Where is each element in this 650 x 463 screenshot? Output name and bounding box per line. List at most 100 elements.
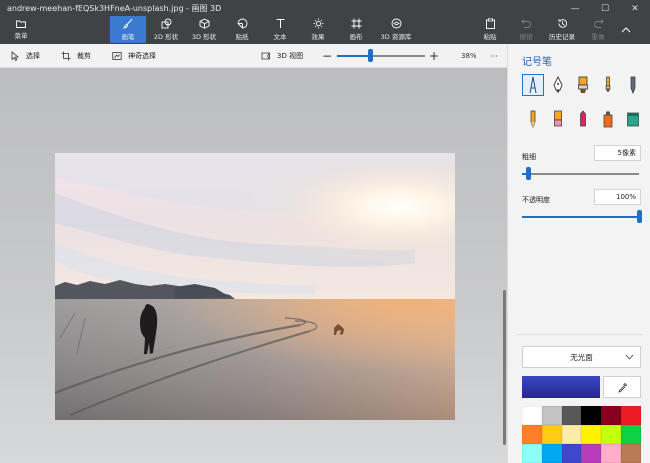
brush-crayon[interactable]	[572, 108, 594, 130]
tab-stickers[interactable]: 贴纸	[224, 16, 260, 43]
tab-label: 3D 形状	[191, 33, 217, 41]
undo-icon	[520, 19, 531, 28]
color-swatch[interactable]	[561, 444, 582, 463]
marker-icon	[529, 76, 537, 94]
brush-watercolor[interactable]	[597, 74, 619, 96]
color-swatch[interactable]	[621, 444, 641, 463]
zoom-slider-thumb[interactable]	[368, 49, 373, 62]
menu-button[interactable]: 菜单	[7, 18, 35, 42]
calligraphy-pen-icon	[553, 76, 563, 93]
brush-eraser[interactable]	[547, 108, 569, 130]
opacity-slider-thumb[interactable]	[637, 210, 642, 223]
brush-pixel[interactable]	[622, 74, 644, 96]
history-button[interactable]: 历史记录	[544, 16, 580, 43]
color-swatch[interactable]	[541, 425, 562, 444]
color-swatch[interactable]	[601, 444, 622, 463]
undo-button[interactable]: 撤销	[508, 16, 544, 43]
fill-icon	[627, 112, 639, 127]
finish-dropdown[interactable]: 无光面	[522, 346, 641, 368]
opacity-slider-fill	[522, 216, 639, 218]
brush-panel: 记号笔 粗细 5像素 不透明度 100% 无光面	[507, 44, 650, 463]
current-color-swatch[interactable]	[522, 376, 600, 398]
effects-icon	[313, 18, 323, 29]
color-swatch[interactable]	[621, 425, 641, 444]
color-swatch[interactable]	[581, 444, 602, 463]
brush-spray[interactable]	[597, 108, 619, 130]
tab-label: 画布	[349, 33, 363, 41]
crop-label: 裁剪	[77, 52, 91, 60]
more-options-button[interactable]: ···	[490, 44, 498, 68]
thickness-label: 粗细	[522, 153, 536, 161]
brush-marker[interactable]	[522, 74, 544, 96]
tab-brushes[interactable]: 画笔	[110, 16, 146, 43]
zoom-slider-fill	[337, 55, 370, 57]
color-swatch[interactable]	[601, 425, 622, 444]
brush-fill[interactable]	[622, 108, 644, 130]
chevron-up-icon	[621, 26, 631, 32]
paste-button[interactable]: 粘贴	[472, 16, 508, 43]
color-swatch[interactable]	[601, 406, 622, 425]
history-label: 历史记录	[549, 33, 575, 41]
color-swatch[interactable]	[522, 444, 542, 463]
magic-select-button[interactable]: 神奇选择	[112, 44, 156, 68]
color-swatch[interactable]	[621, 406, 641, 425]
color-swatch[interactable]	[522, 406, 542, 425]
zoom-percent: 38%	[461, 52, 477, 60]
tab-label: 画笔	[121, 33, 135, 41]
ribbon-tools: 画笔 2D 形状 3D 形状 贴纸 文本 效果 画布 3D 资源库	[110, 16, 418, 43]
brush-oil[interactable]	[572, 74, 594, 96]
2d-shapes-icon	[161, 18, 171, 29]
panel-title: 记号笔	[522, 57, 552, 68]
canvas-toolbar: 选择 裁剪 神奇选择 3D 视图 − + 38% ···	[0, 44, 507, 68]
color-swatch[interactable]	[541, 444, 562, 463]
3d-view-button[interactable]: 3D 视图	[261, 44, 303, 68]
opacity-label: 不透明度	[522, 196, 550, 204]
title-ribbon-bar: andrew-meehan-fEQSk3HFneA-unsplash.jpg -…	[0, 0, 650, 44]
thickness-slider-thumb[interactable]	[526, 167, 531, 180]
select-button[interactable]: 选择	[10, 44, 40, 68]
zoom-out-button[interactable]: −	[322, 44, 332, 68]
color-palette	[522, 406, 641, 463]
3d-view-label: 3D 视图	[277, 52, 304, 60]
color-swatch[interactable]	[561, 406, 582, 425]
redo-button[interactable]: 重做	[580, 16, 616, 43]
chevron-down-icon	[625, 354, 634, 360]
opacity-slider[interactable]	[522, 216, 639, 218]
thickness-slider[interactable]	[522, 173, 639, 175]
color-swatch[interactable]	[581, 425, 602, 444]
color-swatch[interactable]	[541, 406, 562, 425]
magic-select-label: 神奇选择	[128, 52, 156, 60]
zoom-slider[interactable]	[337, 55, 425, 57]
color-swatch[interactable]	[522, 425, 542, 444]
paste-label: 粘贴	[483, 33, 497, 41]
window-title: andrew-meehan-fEQSk3HFneA-unsplash.jpg -…	[7, 4, 222, 13]
brush-calligraphy[interactable]	[547, 74, 569, 96]
tab-text[interactable]: 文本	[262, 16, 298, 43]
opacity-input[interactable]: 100%	[594, 189, 641, 205]
eyedropper-icon	[617, 382, 627, 393]
zoom-in-button[interactable]: +	[429, 44, 439, 68]
collapse-ribbon-button[interactable]	[616, 16, 636, 43]
pencil-icon	[530, 110, 536, 128]
magic-select-icon	[112, 52, 122, 60]
crayon-icon	[580, 110, 586, 127]
canvas-photo[interactable]	[55, 153, 455, 420]
brush-pencil[interactable]	[522, 108, 544, 130]
tab-effects[interactable]: 效果	[300, 16, 336, 43]
color-swatch[interactable]	[581, 406, 602, 425]
eyedropper-button[interactable]	[603, 376, 641, 398]
tab-3d-shapes[interactable]: 3D 形状	[186, 16, 222, 43]
tab-2d-shapes[interactable]: 2D 形状	[148, 16, 184, 43]
tab-3d-library[interactable]: 3D 资源库	[376, 16, 416, 43]
vertical-scrollbar[interactable]	[503, 290, 506, 445]
tab-label: 贴纸	[235, 33, 249, 41]
eraser-icon	[554, 110, 562, 127]
tab-label: 2D 形状	[153, 33, 179, 41]
thickness-input[interactable]: 5像素	[594, 145, 641, 161]
crop-button[interactable]: 裁剪	[61, 44, 91, 68]
color-swatch[interactable]	[561, 425, 582, 444]
tab-label: 效果	[311, 33, 325, 41]
desert-sunset-photo	[55, 153, 455, 420]
tab-canvas[interactable]: 画布	[338, 16, 374, 43]
tab-label: 3D 资源库	[380, 33, 412, 41]
